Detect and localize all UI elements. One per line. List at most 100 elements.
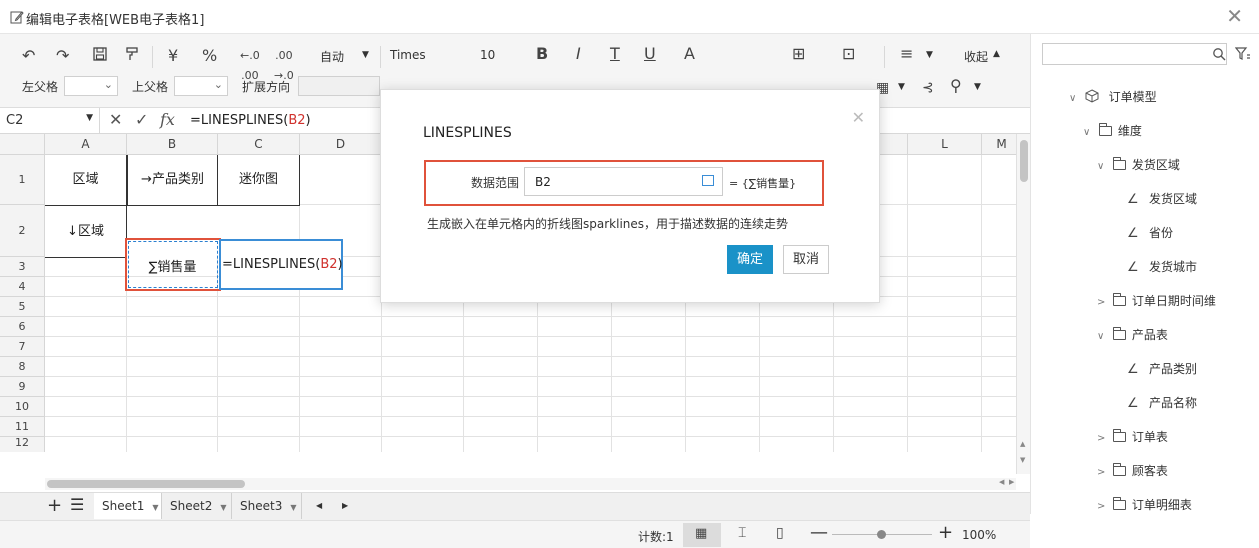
merge-cells-icon[interactable]: ⊡ — [842, 44, 855, 64]
next-sheet-icon[interactable]: ▶ — [342, 501, 348, 510]
row-header[interactable]: 5 — [0, 297, 45, 317]
range-picker-icon[interactable] — [702, 175, 714, 186]
scroll-left-icon[interactable]: ◀ — [999, 478, 1004, 486]
percent-icon[interactable]: % — [202, 46, 217, 66]
row-header[interactable]: 1 — [0, 155, 45, 205]
row-header[interactable]: 3 — [0, 257, 45, 277]
row-header[interactable]: 10 — [0, 397, 45, 417]
function-icon[interactable]: fx — [160, 110, 175, 129]
scrollbar-thumb[interactable] — [47, 480, 245, 488]
column-header[interactable]: L — [908, 134, 982, 155]
chevron-right-icon[interactable]: > — [1097, 467, 1109, 478]
chevron-up-icon[interactable]: ▲ — [993, 49, 1000, 59]
save-icon[interactable] — [92, 46, 108, 67]
active-cell-editor[interactable]: =LINESPLINES(B2) — [219, 239, 343, 290]
expand-direction-select[interactable] — [298, 76, 380, 96]
number-format-select[interactable]: 自动 — [320, 48, 344, 65]
select-all-corner[interactable] — [0, 134, 45, 155]
chevron-down-icon[interactable]: ∨ — [1097, 161, 1109, 172]
row-header[interactable]: 8 — [0, 357, 45, 377]
tree-folder[interactable]: > 订单表 — [1097, 428, 1168, 445]
column-header[interactable]: M — [982, 134, 1016, 155]
tree-field[interactable]: ∠ 发货区域 — [1127, 190, 1197, 207]
share-icon[interactable]: ⊰ — [922, 78, 934, 98]
chevron-down-icon[interactable]: ▼ — [152, 503, 158, 512]
column-header[interactable]: C — [218, 134, 300, 155]
bold-icon[interactable]: B — [536, 44, 548, 64]
tree-folder[interactable]: > 订单日期时间维 — [1097, 292, 1216, 309]
zoom-slider-handle[interactable] — [877, 530, 886, 539]
page-break-view-icon[interactable]: ⌶ — [738, 525, 746, 541]
chevron-down-icon[interactable]: ∨ — [1069, 93, 1081, 104]
chevron-right-icon[interactable]: > — [1097, 297, 1109, 308]
zoom-out-icon[interactable]: — — [810, 522, 828, 543]
cell-c1[interactable]: 迷你图 — [218, 155, 300, 206]
data-range-input[interactable]: B2 — [524, 167, 723, 196]
name-box[interactable]: C2 ▼ — [0, 108, 100, 133]
underline-icon[interactable]: U — [644, 44, 656, 64]
row-header[interactable]: 7 — [0, 337, 45, 357]
normal-view-button[interactable]: ▦ — [683, 523, 721, 547]
sheet-list-icon[interactable]: ☰ — [70, 495, 84, 514]
chevron-down-icon[interactable]: ▼ — [898, 82, 905, 92]
italic-icon[interactable]: I — [576, 44, 581, 64]
chevron-down-icon[interactable]: ▼ — [220, 503, 226, 512]
format-painter-icon[interactable] — [124, 46, 140, 67]
left-parent-select[interactable]: ⌄ — [64, 76, 118, 96]
zoom-in-icon[interactable]: + — [938, 522, 953, 543]
scroll-down-icon[interactable]: ▼ — [1020, 456, 1025, 464]
chevron-down-icon[interactable]: ▼ — [926, 50, 933, 60]
ok-button[interactable]: 确定 — [727, 245, 773, 274]
chevron-down-icon[interactable]: ∨ — [1083, 127, 1095, 138]
row-header[interactable]: 11 — [0, 417, 45, 437]
add-sheet-icon[interactable]: + — [47, 495, 62, 516]
prev-sheet-icon[interactable]: ◀ — [316, 501, 322, 510]
tree-root[interactable]: ∨ 订单模型 — [1069, 88, 1157, 105]
cancel-icon[interactable]: ✕ — [109, 110, 122, 129]
scroll-up-icon[interactable]: ▲ — [1020, 440, 1025, 448]
tree-folder-dimension[interactable]: ∨ 维度 — [1083, 122, 1142, 139]
tree-folder-region[interactable]: ∨ 发货区域 — [1097, 156, 1180, 173]
border-icon[interactable]: ⊞ — [792, 44, 805, 64]
close-icon[interactable]: ✕ — [852, 108, 865, 127]
chevron-right-icon[interactable]: > — [1097, 501, 1109, 512]
font-name-select[interactable]: Times — [390, 48, 426, 62]
chevron-down-icon[interactable]: ▼ — [290, 503, 296, 512]
collapse-button[interactable]: 收起 — [964, 48, 988, 65]
redo-icon[interactable]: ↷ — [56, 46, 69, 66]
tree-field[interactable]: ∠ 产品名称 — [1127, 394, 1197, 411]
tree-folder[interactable]: > 顾客表 — [1097, 462, 1168, 479]
formula-input[interactable]: =LINESPLINES(B2) — [190, 113, 311, 128]
chevron-down-icon[interactable]: ▼ — [974, 82, 981, 92]
row-header[interactable]: 6 — [0, 317, 45, 337]
row-header[interactable]: 12 — [0, 437, 45, 452]
upper-parent-select[interactable]: ⌄ — [174, 76, 228, 96]
row-header[interactable]: 2 — [0, 205, 45, 257]
font-size-select[interactable]: 10 — [480, 48, 495, 62]
tree-folder[interactable]: > 订单明细表 — [1097, 496, 1192, 513]
align-icon[interactable]: ≡ — [900, 44, 913, 64]
column-header[interactable]: D — [300, 134, 382, 155]
cell-a1[interactable]: 区域 — [45, 155, 127, 206]
undo-icon[interactable]: ↶ — [22, 46, 35, 66]
vertical-scrollbar[interactable]: ▲ ▼ — [1016, 134, 1030, 474]
horizontal-scrollbar[interactable]: ◀ ▶ — [45, 478, 1016, 490]
chevron-down-icon[interactable]: ▼ — [362, 50, 369, 60]
font-color-icon[interactable]: A — [684, 44, 695, 64]
chevron-right-icon[interactable]: > — [1097, 433, 1109, 444]
tree-folder[interactable]: ∨ 产品表 — [1097, 326, 1168, 343]
filter-icon[interactable] — [1235, 46, 1251, 62]
sheet-tab[interactable]: Sheet1 ▼ — [94, 493, 162, 519]
search-input[interactable] — [1042, 43, 1227, 65]
cancel-button[interactable]: 取消 — [783, 245, 829, 274]
sheet-tab[interactable]: Sheet2 ▼ — [162, 493, 232, 519]
search-icon[interactable] — [1212, 47, 1226, 61]
scroll-right-icon[interactable]: ▶ — [1009, 478, 1014, 486]
cell-b1[interactable]: →产品类别 — [127, 155, 218, 206]
scrollbar-thumb[interactable] — [1020, 140, 1028, 182]
page-layout-view-icon[interactable]: ▯ — [776, 525, 784, 541]
tree-field[interactable]: ∠ 省份 — [1127, 224, 1173, 241]
tree-field[interactable]: ∠ 产品类别 — [1127, 360, 1197, 377]
column-header[interactable]: A — [45, 134, 127, 155]
row-header[interactable]: 9 — [0, 377, 45, 397]
